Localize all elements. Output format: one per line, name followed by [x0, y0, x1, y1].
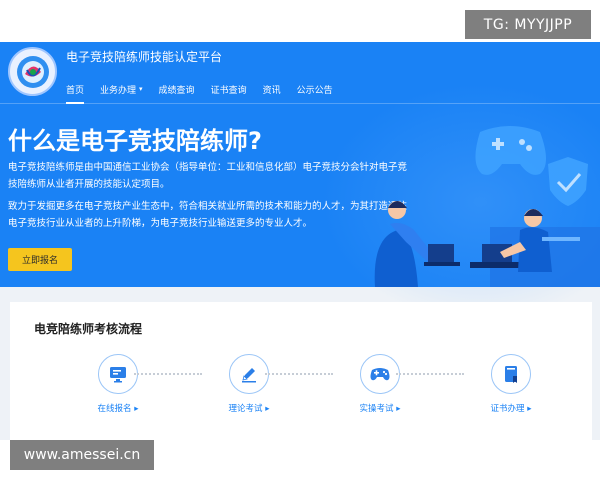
step-online-signup[interactable]: 在线报名 ▸	[78, 354, 158, 414]
hero-heading: 什么是电子竞技陪练师?	[8, 127, 262, 155]
nav-certificate-query[interactable]: 证书查询	[211, 78, 247, 100]
process-card: 电竞陪练师考核流程 在线报名 ▸ 理论考试 ▸ 实操考试 ▸ 证书办理 ▸	[10, 302, 592, 440]
process-title: 电竞陪练师考核流程	[34, 322, 143, 336]
nav-score-query[interactable]: 成绩查询	[159, 78, 195, 100]
screenshot-frame: 电子竞技陪练师技能认定平台 首页 业务办理 ▾ 成绩查询 证书查询 资讯 公示公…	[0, 42, 600, 440]
step-icon-wrap	[229, 354, 269, 394]
main-nav: 首页 业务办理 ▾ 成绩查询 证书查询 资讯 公示公告	[66, 78, 349, 104]
step-label: 证书办理 ▸	[490, 404, 532, 414]
signup-button[interactable]: 立即报名	[8, 248, 72, 271]
step-icon-wrap	[360, 354, 400, 394]
nav-divider	[0, 103, 600, 104]
nav-home[interactable]: 首页	[66, 78, 85, 104]
watermark-bottom: www.amessei.cn	[10, 440, 154, 470]
esports-illustration	[374, 126, 600, 287]
nav-news[interactable]: 资讯	[263, 78, 281, 100]
hero-description: 电子竞技陪练师是由中国通信工业协会（指导单位：工业和信息化部）电子竞技分会针对电…	[8, 162, 408, 190]
hero-mission: 致力于发掘更多在电子竞技产业生态中，符合相关就业所需的技术和能力的人才，为其打造…	[8, 201, 408, 229]
nav-announcements[interactable]: 公示公告	[297, 78, 333, 100]
nav-business[interactable]: 业务办理 ▾	[100, 78, 143, 100]
step-theory-exam[interactable]: 理论考试 ▸	[209, 354, 289, 414]
step-connector	[396, 373, 464, 375]
player-left-figure	[374, 201, 460, 287]
certificate-icon	[505, 366, 517, 383]
step-connector	[265, 373, 333, 375]
logo-emblem-icon	[16, 55, 49, 88]
step-certificate[interactable]: 证书办理 ▸	[471, 354, 551, 414]
watermark-top: TG: MYYJJPP	[465, 10, 591, 39]
player-right-figure	[470, 209, 600, 287]
step-practical-exam[interactable]: 实操考试 ▸	[340, 354, 420, 414]
step-connector	[134, 373, 202, 375]
step-icon-wrap	[491, 354, 531, 394]
step-label: 实操考试 ▸	[359, 404, 401, 414]
shield-icon	[548, 157, 588, 206]
hero-banner: 电子竞技陪练师技能认定平台 首页 业务办理 ▾ 成绩查询 证书查询 资讯 公示公…	[0, 42, 600, 322]
platform-logo[interactable]	[8, 47, 57, 96]
monitor-icon	[110, 367, 126, 383]
gamepad-illustration-icon	[475, 126, 546, 175]
step-icon-wrap	[98, 354, 138, 394]
chevron-down-icon: ▾	[139, 85, 143, 93]
step-label: 理论考试 ▸	[228, 404, 270, 414]
gamepad-icon	[370, 368, 390, 381]
step-label: 在线报名 ▸	[97, 404, 139, 414]
pen-icon	[242, 368, 256, 383]
platform-title: 电子竞技陪练师技能认定平台	[66, 50, 223, 64]
